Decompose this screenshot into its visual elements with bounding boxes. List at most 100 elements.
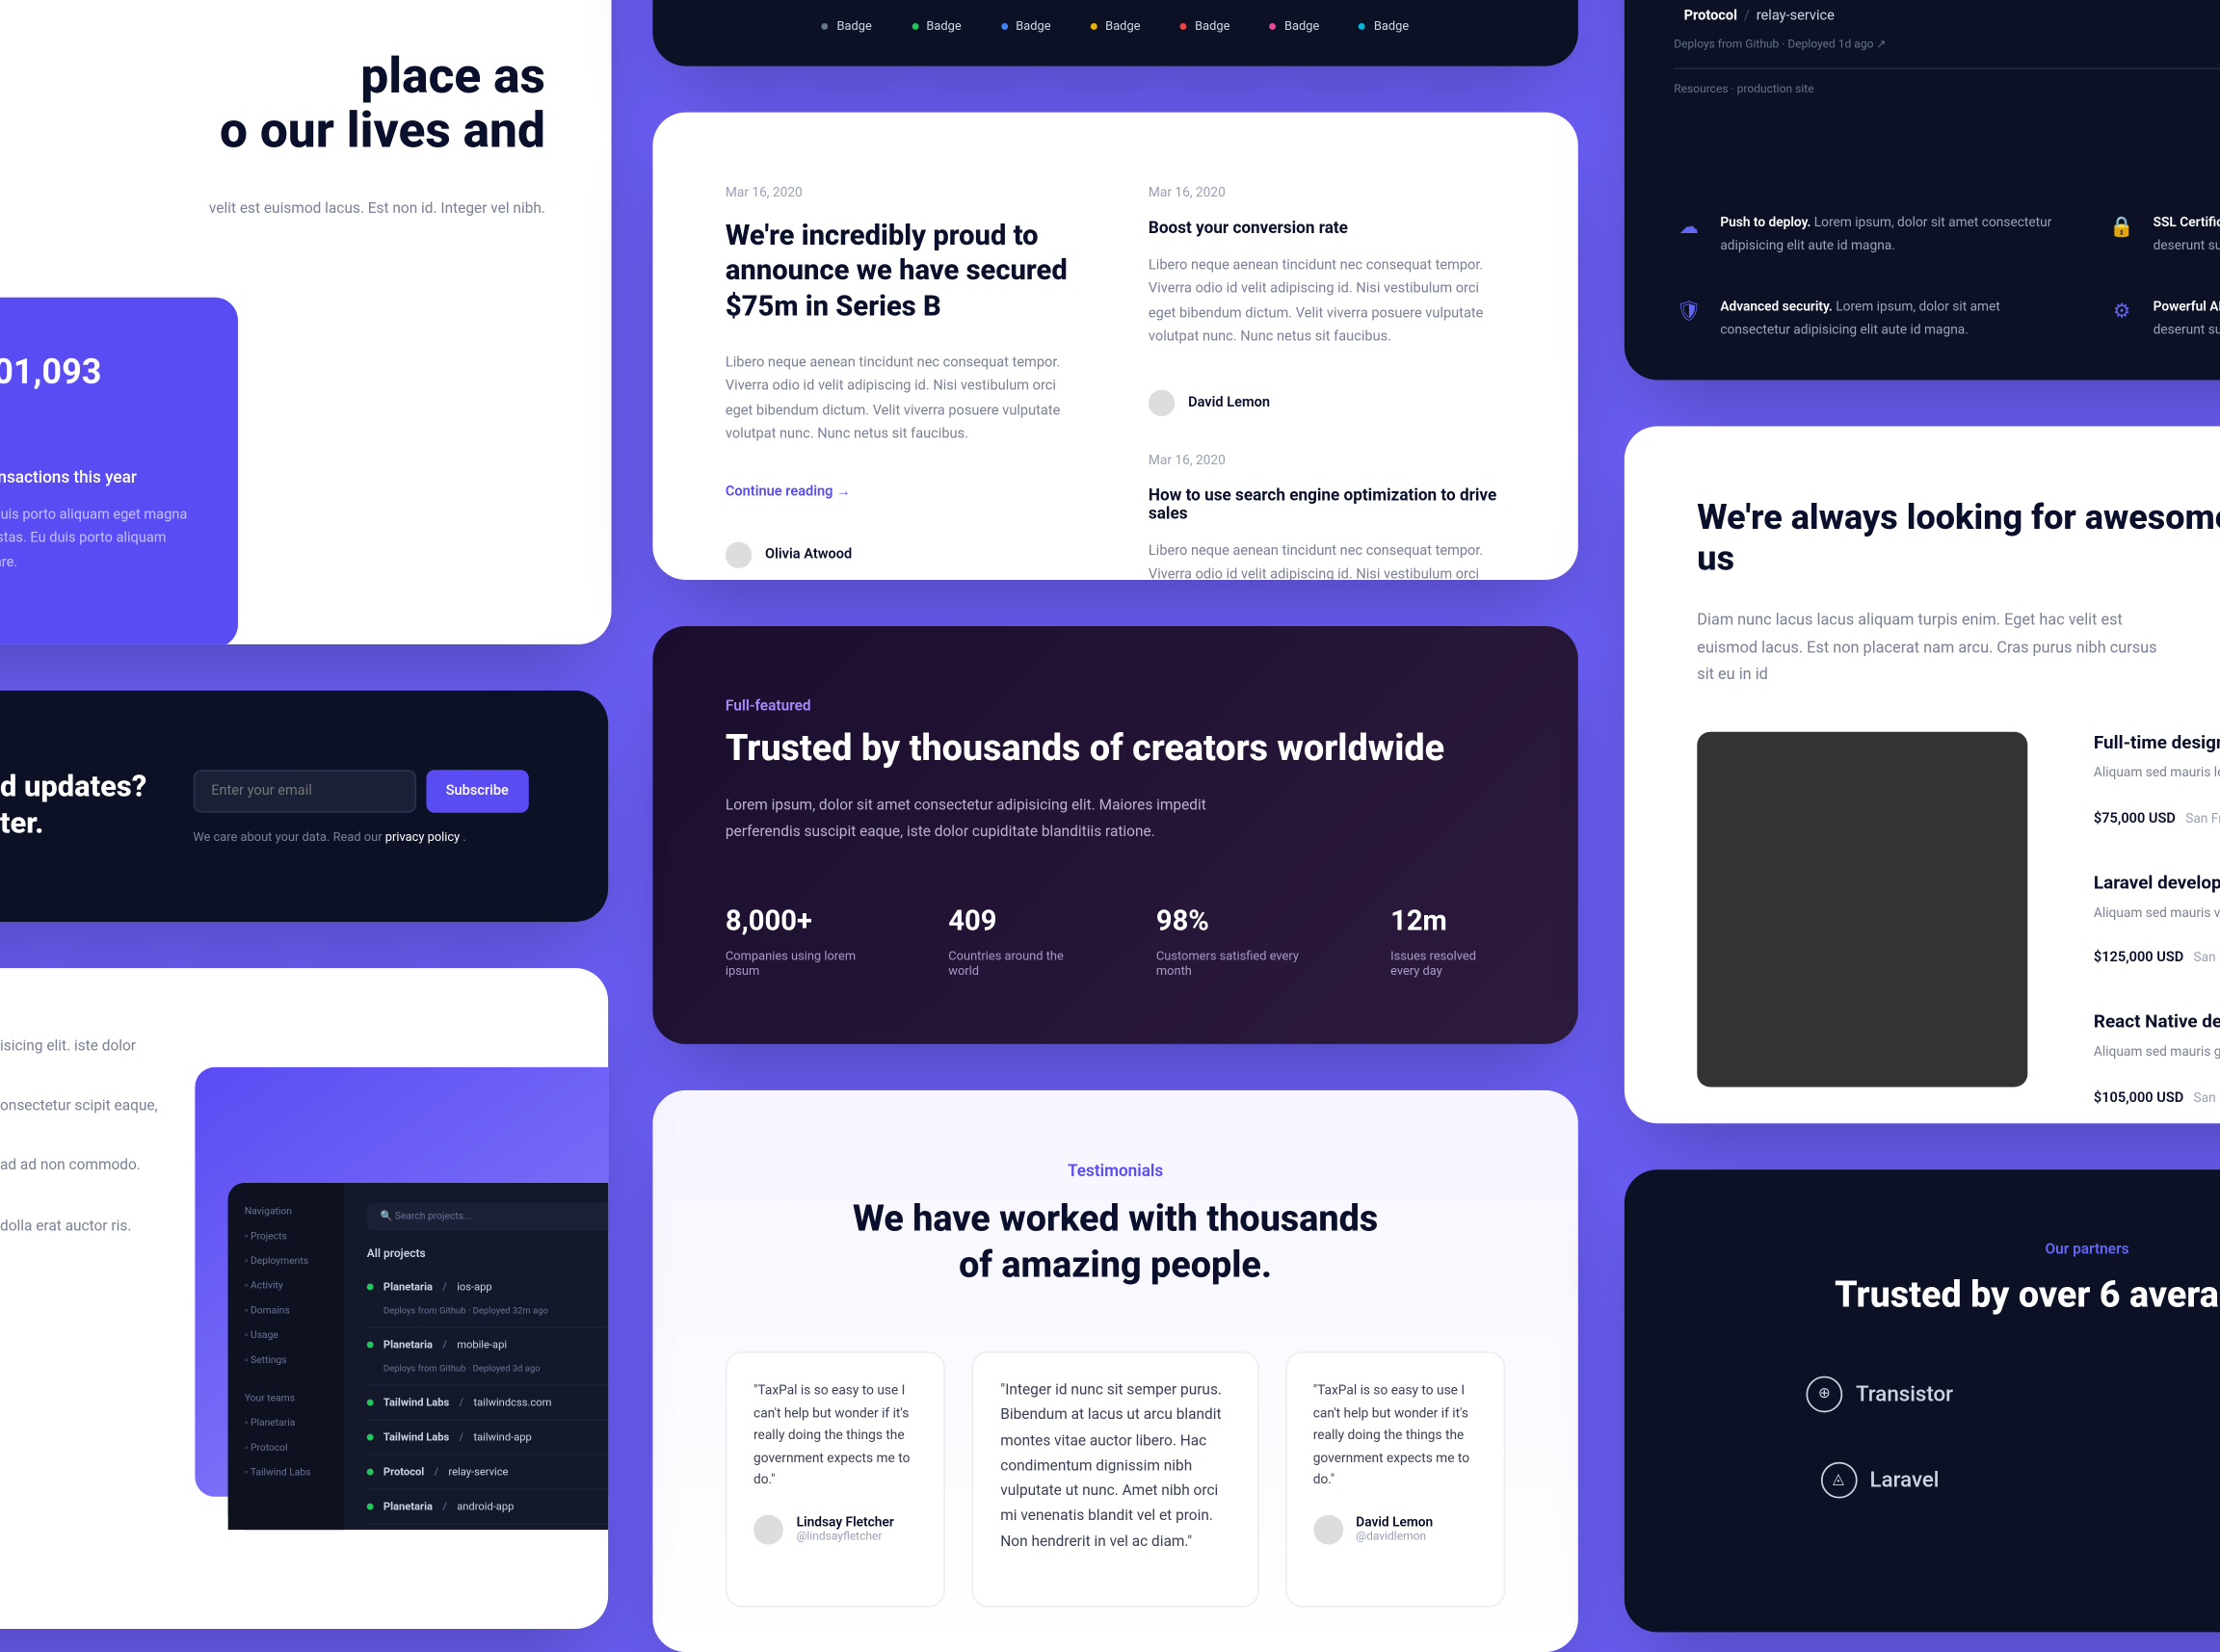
newsletter-card: d updates?ter. Subscribe We care about y… [0, 691, 608, 922]
testimonials-title: We have worked with thousandsof amazing … [726, 1197, 1505, 1288]
job-listing[interactable]: React Native develop Aliquam sed mauris g… [2094, 1011, 2220, 1109]
project-row[interactable]: Planetaria/android-app [367, 1490, 608, 1525]
stat-number: 401,093 [0, 354, 189, 393]
sidebar-item[interactable]: ▫ Deployments [245, 1249, 328, 1274]
testimonial-card: "Integer id nunc sit semper purus. Biben… [972, 1351, 1258, 1608]
project-row[interactable]: Planetaria/mobile-apiProductionDeploys f… [367, 1328, 608, 1386]
author-name: David Lemon [1188, 394, 1270, 410]
stat: 409 Countries around the world [948, 905, 1070, 978]
stat-label: Transactions this year [0, 469, 189, 487]
job-listing[interactable]: Full-time designer Aliquam sed mauris le…… [2094, 731, 2220, 828]
badge: Badge [822, 18, 872, 33]
badge: Badge [912, 18, 962, 33]
sidebar-item[interactable]: ▫ Settings [245, 1348, 328, 1373]
continue-reading-link[interactable]: Continue reading → [726, 484, 851, 500]
stat-number: 409 [948, 905, 1070, 938]
job-listing[interactable]: Laravel developerAliquam sed mauris vita… [2094, 872, 2220, 969]
stat-number: 98% [1156, 905, 1305, 938]
job-desc: Aliquam sed mauris g felis lorem aliqua … [2094, 1043, 2220, 1064]
project-row[interactable]: Planetaria/ios-appPreviewDeploys from Gi… [367, 1271, 608, 1328]
job-title: Full-time designer [2094, 731, 2220, 752]
partners-card: Our partners Trusted by over 6 average c… [1625, 1169, 2220, 1632]
testimonial-card: "TaxPal is so easy to use I can't help b… [726, 1351, 946, 1608]
avatar [753, 1515, 783, 1545]
user-handle: @davidlemon [1356, 1531, 1433, 1544]
avatar [1313, 1515, 1343, 1545]
job-salary: $75,000 USD [2094, 810, 2176, 826]
job-location: San [2194, 951, 2216, 965]
user-handle: @lindsayfletcher [797, 1531, 894, 1544]
sidebar-item[interactable]: ▫ Activity [245, 1273, 328, 1298]
stat-label: Countries around the world [948, 948, 1070, 978]
project-row[interactable]: Tailwind Labs/tailwind-appPreview [367, 1421, 608, 1455]
team-item[interactable]: ◦ Protocol [245, 1435, 328, 1460]
feature: ⚙Powerful API. Anim aute id magna aliqua… [2107, 296, 2220, 341]
app-screenshot: Navigation▫ Projects▫ Deployments▫ Activ… [195, 1067, 608, 1497]
stat: 8,000+Companies using lorem ipsum [726, 905, 862, 978]
feature: ☁Push to deploy. Lorem ipsum, dolor sit … [1674, 212, 2067, 257]
job-salary: $105,000 USD [2094, 1090, 2183, 1107]
project-row[interactable]: Tailwind Labs/tailwindcss.comPreview [367, 1386, 608, 1421]
project-row[interactable]: Protocol/relay-serviceProduction [367, 1455, 608, 1490]
post-date: Mar 16, 2020 [726, 185, 1082, 199]
job-salary: $125,000 USD [2094, 951, 2183, 967]
team-item[interactable]: ◦ Planetaria [245, 1411, 328, 1436]
quote: "TaxPal is so easy to use I can't help b… [753, 1379, 917, 1492]
job-location: San Fr [2185, 810, 2220, 825]
job-desc: Aliquam sed mauris le… [2094, 763, 2220, 784]
author-name: Olivia Atwood [765, 546, 852, 563]
privacy-fine-print: We care about your data. Read our privac… [193, 828, 528, 843]
testimonials-card: Testimonials We have worked with thousan… [652, 1090, 1577, 1652]
post-body: Libero neque aenean tincidunt nec conseq… [1149, 254, 1505, 350]
projects-heading: All projects [367, 1247, 608, 1261]
search-input[interactable]: 🔍 Search projects... [367, 1203, 608, 1231]
hero-fragment: place aso our lives and velit est euismo… [0, 0, 612, 644]
hero-title: place aso our lives and [0, 49, 545, 158]
sidebar-item[interactable]: ▫ Usage [245, 1324, 328, 1349]
feature: 🛡Advanced security. Lorem ipsum, dolor s… [1674, 296, 2067, 341]
stat-label: Issues resolved every day [1390, 948, 1505, 978]
post-title: Boost your conversion rate [1149, 220, 1505, 238]
post-headline: We're incredibly proud to announce we ha… [726, 220, 1082, 325]
author: Olivia Atwood [726, 541, 1082, 567]
team-item[interactable]: ◦ Tailwind Labs [245, 1460, 328, 1485]
privacy-link[interactable]: privacy policy [385, 828, 460, 843]
sidebar-item[interactable]: ▫ Domains [245, 1298, 328, 1324]
badge: Badge [1180, 18, 1230, 33]
stats-card: Full-featured Trusted by thousands of cr… [652, 626, 1577, 1044]
feature-icon: ⚙ [2107, 296, 2137, 326]
badge: Badge [1091, 18, 1141, 33]
eyebrow: Full-featured [726, 698, 1505, 715]
office-photo [1697, 731, 2027, 1087]
post-body: Libero neque aenean tincidunt nec conseq… [726, 352, 1082, 447]
stat-number: 12m [1390, 905, 1505, 938]
email-input[interactable] [193, 769, 416, 812]
job-title: React Native develop [2094, 1011, 2220, 1033]
post-date: Mar 16, 2020 [1149, 185, 1505, 199]
sidebar-item[interactable]: Navigation [245, 1199, 328, 1224]
blog-post[interactable]: Mar 16, 2020How to use search engine opt… [1149, 452, 1505, 579]
testimonial-card: "TaxPal is so easy to use I can't help b… [1285, 1351, 1506, 1608]
teams-label: Your teams [245, 1386, 328, 1411]
badge: Badge [1270, 18, 1320, 33]
subscribe-button[interactable]: Subscribe [426, 769, 528, 812]
eyebrow: Testimonials [726, 1163, 1505, 1181]
badge: Badge [1001, 18, 1051, 33]
stat: 12m Issues resolved every day [1390, 905, 1505, 978]
careers-card: We're always looking for awesome people … [1625, 426, 2220, 1123]
sidebar-item[interactable]: ▫ Projects [245, 1224, 328, 1249]
job-location: San [2194, 1090, 2216, 1105]
blog-post[interactable]: Mar 16, 2020 Boost your conversion rate Li… [1149, 185, 1505, 416]
feature-icon: 🔒 [2107, 212, 2137, 242]
quote: "TaxPal is so easy to use I can't help b… [1313, 1379, 1477, 1492]
feature-shot-card: isicing elit. iste dolor onsectetur scip… [0, 968, 608, 1629]
partners-title: Trusted by over 6 average com [1697, 1275, 2220, 1317]
newsletter-title: d updates?ter. [0, 771, 146, 842]
stats-title: Trusted by thousands of creators worldwi… [726, 728, 1505, 772]
quote: "Integer id nunc sit semper purus. Biben… [1000, 1379, 1230, 1557]
stat-label: Customers satisfied every month [1156, 948, 1305, 978]
user-name: David Lemon [1356, 1515, 1433, 1530]
stat-body: Eu duis porto aliquam eget magna egestas… [0, 504, 189, 575]
avatar [726, 541, 752, 567]
stats-body: Lorem ipsum, dolor sit amet consectetur … [726, 796, 1222, 846]
